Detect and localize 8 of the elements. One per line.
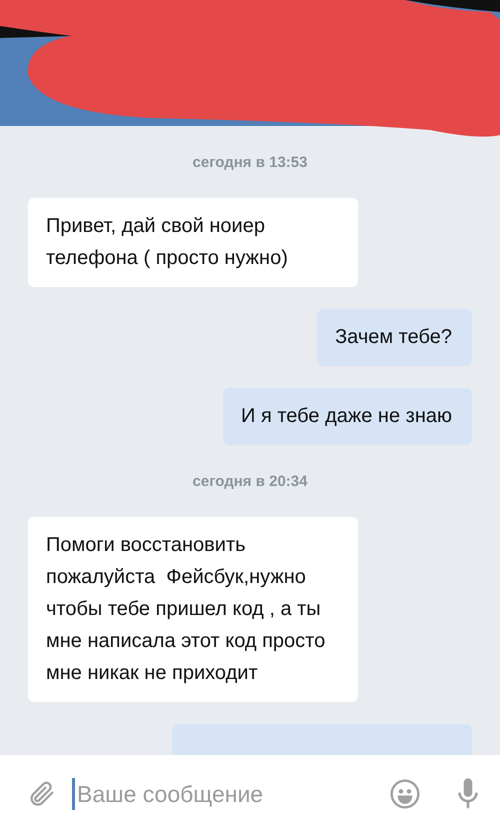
date-separator: сегодня в 20:34	[192, 472, 308, 492]
microphone-icon[interactable]	[455, 777, 481, 811]
emoji-icon[interactable]	[389, 778, 421, 810]
incoming-message: Привет, дай свой ноиер телефона ( просто нужно)	[28, 198, 358, 287]
incoming-message: Помоги восстановить пожалуйста Фейсбук,нужно чтобы тебе пришел код , а ты мне написала этот код просто мне никак не приходит	[28, 517, 358, 702]
date-separator: сегодня в 13:53	[192, 153, 308, 173]
outgoing-message: Зачем тебе?	[317, 309, 472, 366]
outgoing-message: И я тебе даже не знаю	[223, 388, 472, 445]
